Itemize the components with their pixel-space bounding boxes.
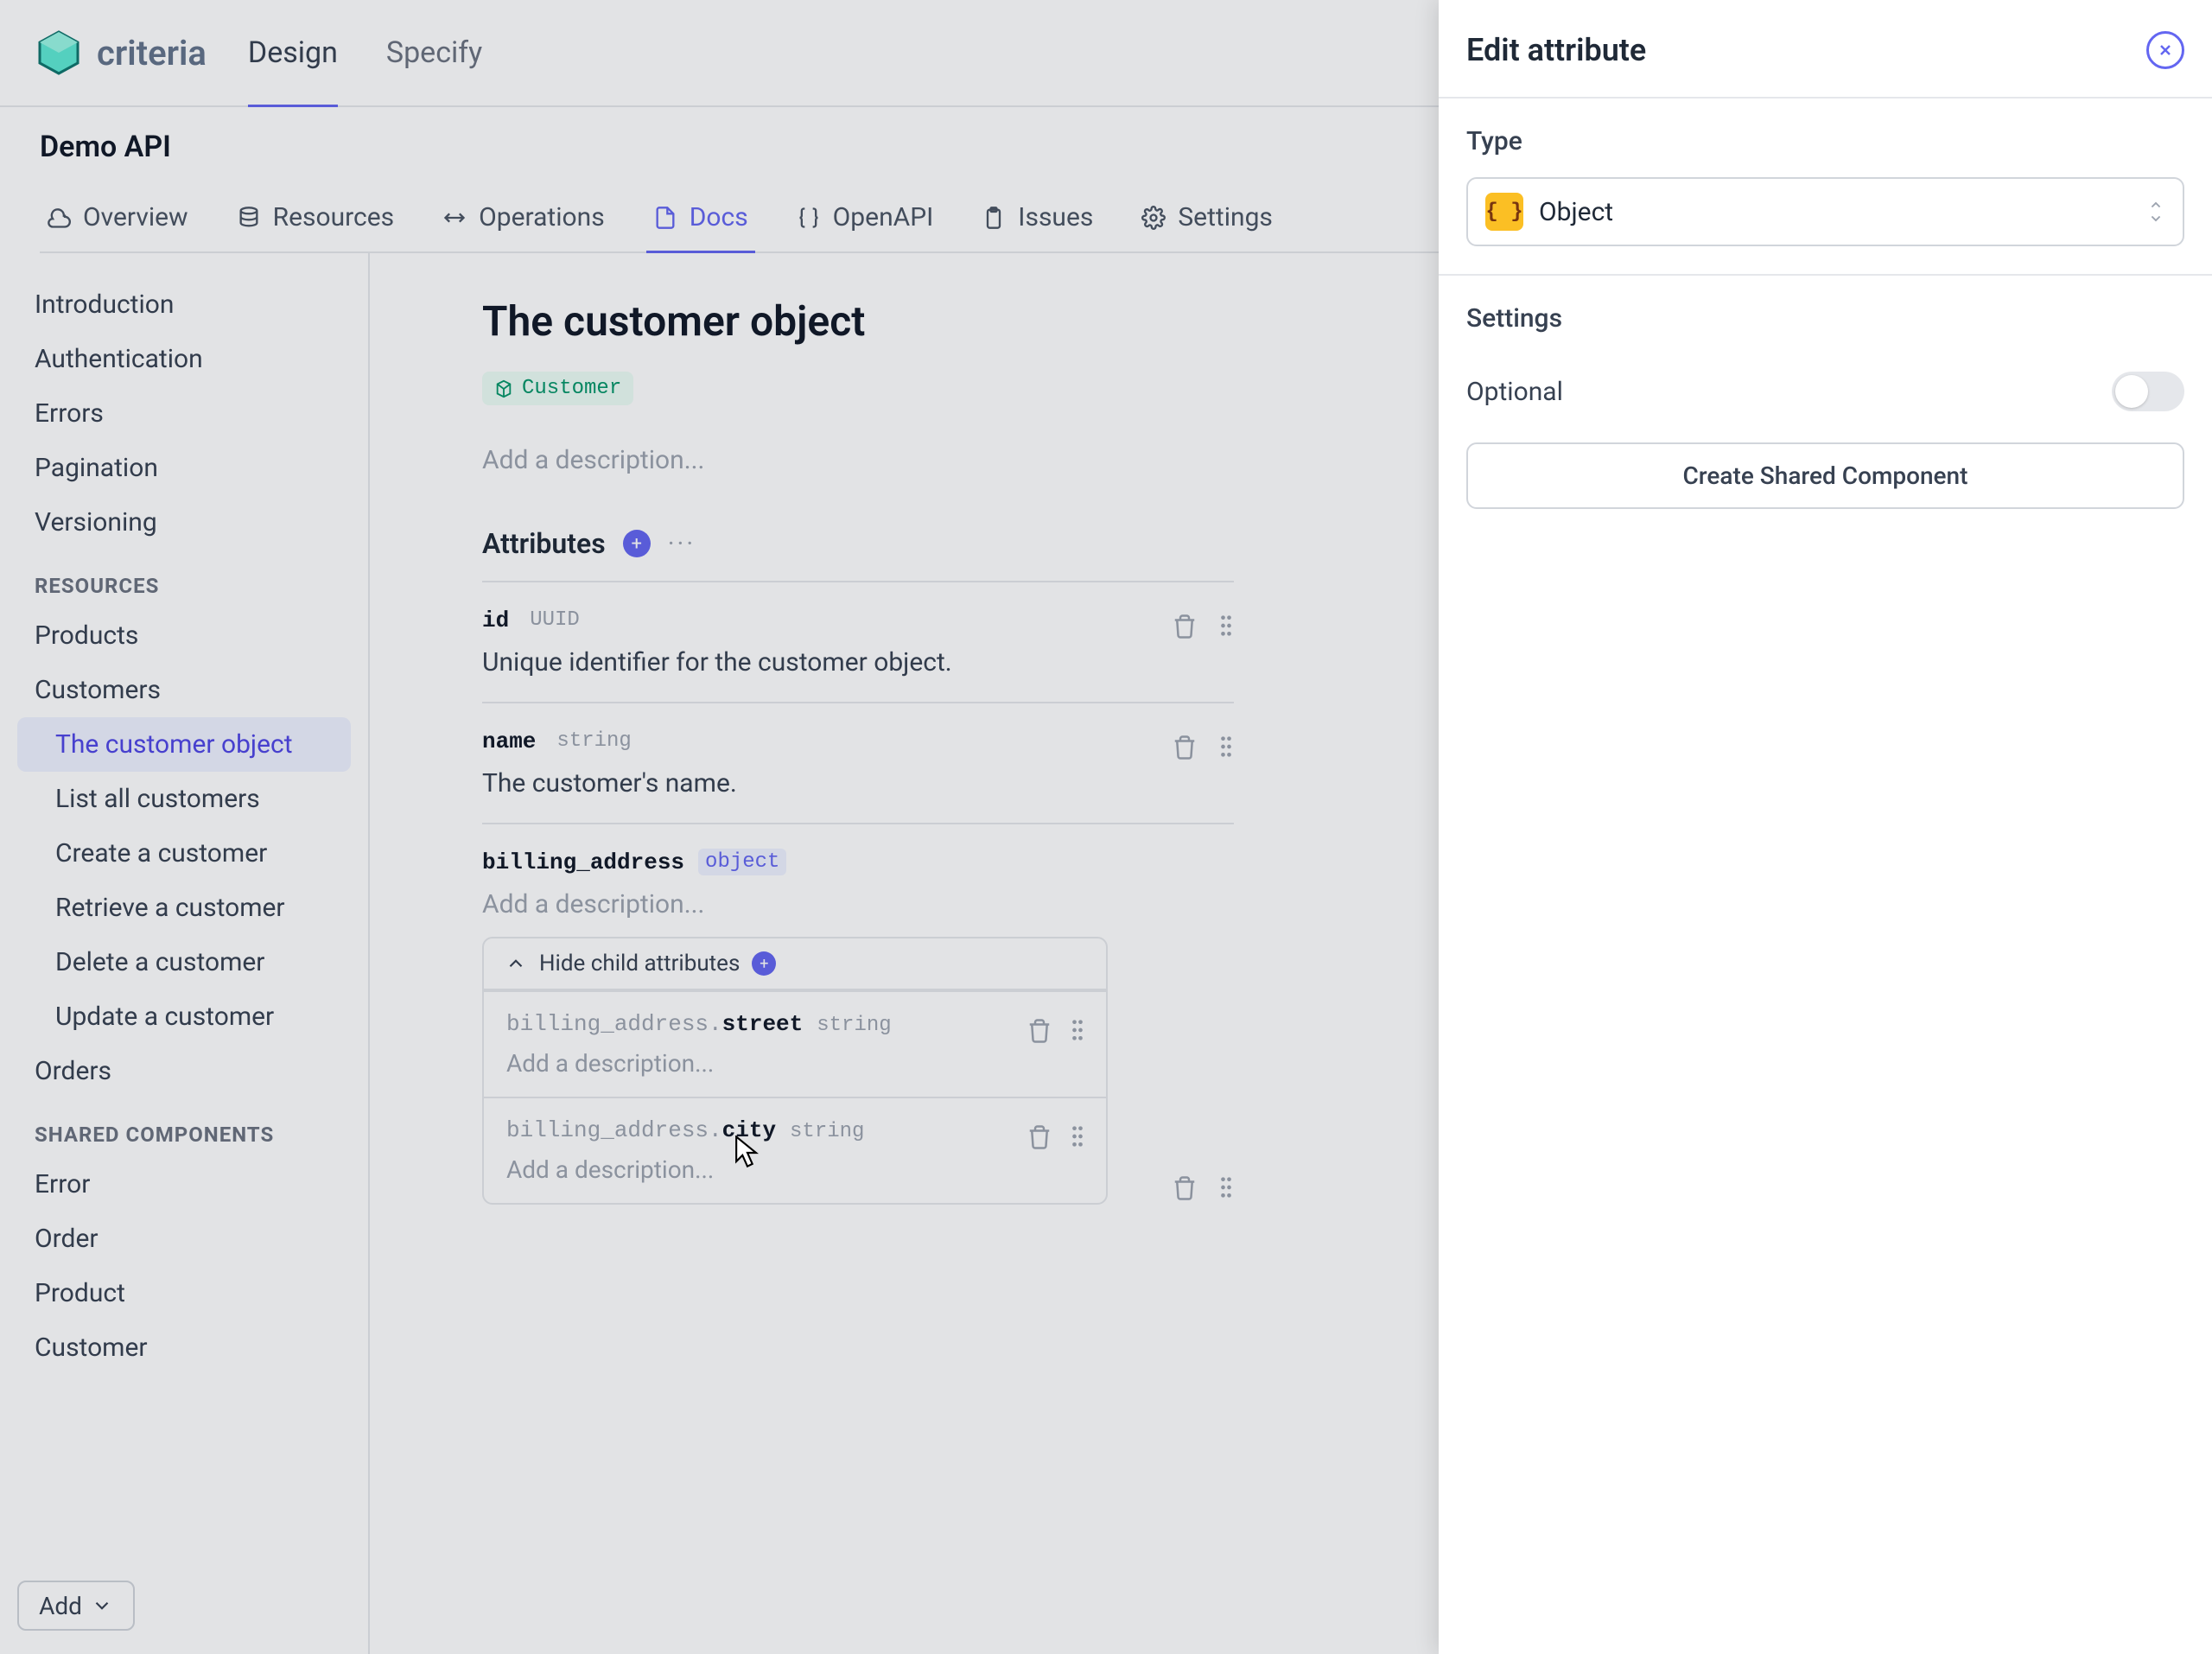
settings-label: Settings [1466, 303, 2184, 334]
close-panel-button[interactable] [2146, 31, 2184, 69]
panel-title: Edit attribute [1466, 32, 1646, 68]
chevron-updown-icon [2146, 199, 2165, 225]
type-value: Object [1539, 197, 1613, 227]
type-select[interactable]: { } Object [1466, 177, 2184, 246]
edit-attribute-panel: Edit attribute Type { } Object Settings … [1439, 0, 2212, 1654]
object-type-icon: { } [1485, 193, 1523, 231]
optional-toggle[interactable] [2112, 372, 2184, 411]
create-shared-component-button[interactable]: Create Shared Component [1466, 442, 2184, 509]
type-label: Type [1466, 126, 2184, 156]
optional-label: Optional [1466, 377, 1563, 407]
close-icon [2157, 41, 2174, 59]
